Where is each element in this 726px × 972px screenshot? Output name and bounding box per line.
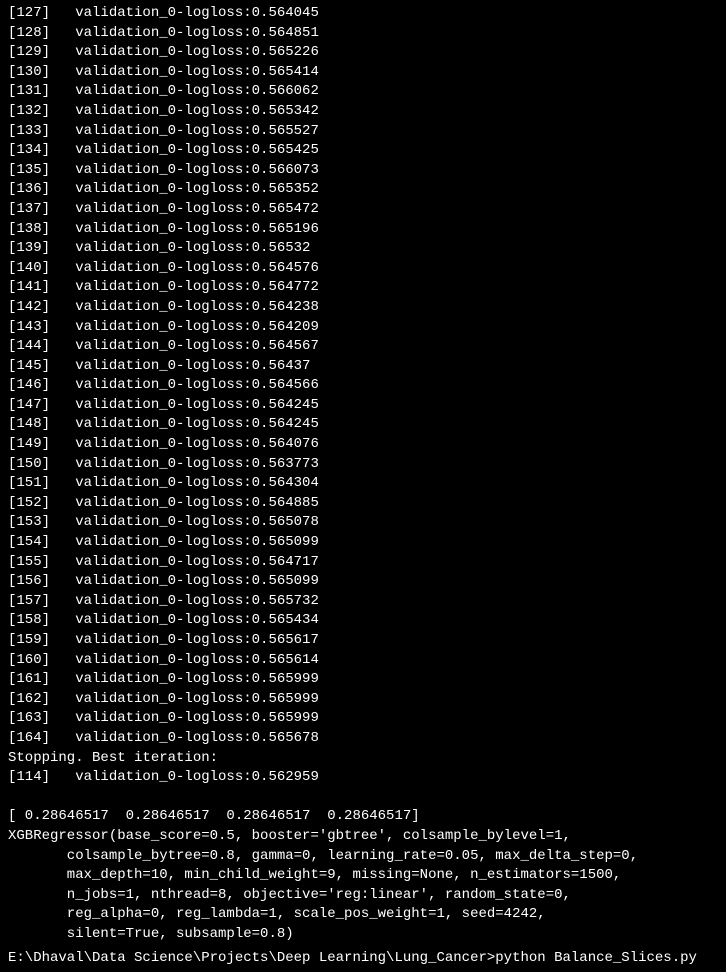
regressor-repr-line6: silent=True, subsample=0.8) — [8, 925, 718, 945]
log-line: [161] validation_0-logloss:0.565999 — [8, 670, 718, 690]
log-line: [163] validation_0-logloss:0.565999 — [8, 709, 718, 729]
log-line: [135] validation_0-logloss:0.566073 — [8, 161, 718, 181]
log-line: [158] validation_0-logloss:0.565434 — [8, 611, 718, 631]
log-line: [128] validation_0-logloss:0.564851 — [8, 24, 718, 44]
log-line: [147] validation_0-logloss:0.564245 — [8, 396, 718, 416]
log-line: [130] validation_0-logloss:0.565414 — [8, 63, 718, 83]
log-line: [134] validation_0-logloss:0.565425 — [8, 141, 718, 161]
log-line: [138] validation_0-logloss:0.565196 — [8, 220, 718, 240]
log-line: [159] validation_0-logloss:0.565617 — [8, 631, 718, 651]
log-line: [137] validation_0-logloss:0.565472 — [8, 200, 718, 220]
log-line: [152] validation_0-logloss:0.564885 — [8, 494, 718, 514]
log-line: [131] validation_0-logloss:0.566062 — [8, 82, 718, 102]
log-line: [160] validation_0-logloss:0.565614 — [8, 651, 718, 671]
regressor-repr-line2: colsample_bytree=0.8, gamma=0, learning_… — [8, 847, 718, 867]
log-line: [144] validation_0-logloss:0.564567 — [8, 337, 718, 357]
regressor-repr-line5: reg_alpha=0, reg_lambda=1, scale_pos_wei… — [8, 905, 718, 925]
log-line: [141] validation_0-logloss:0.564772 — [8, 278, 718, 298]
log-line: [129] validation_0-logloss:0.565226 — [8, 43, 718, 63]
log-line: [140] validation_0-logloss:0.564576 — [8, 259, 718, 279]
log-line: [157] validation_0-logloss:0.565732 — [8, 592, 718, 612]
log-line: [148] validation_0-logloss:0.564245 — [8, 415, 718, 435]
log-line: [151] validation_0-logloss:0.564304 — [8, 474, 718, 494]
prompt-path: E:\Dhaval\Data Science\Projects\Deep Lea… — [8, 950, 495, 966]
log-line: [127] validation_0-logloss:0.564045 — [8, 4, 718, 24]
log-line: [143] validation_0-logloss:0.564209 — [8, 318, 718, 338]
log-line: [162] validation_0-logloss:0.565999 — [8, 690, 718, 710]
log-line: [153] validation_0-logloss:0.565078 — [8, 513, 718, 533]
stopping-message: Stopping. Best iteration: — [8, 749, 718, 769]
log-line: [133] validation_0-logloss:0.565527 — [8, 122, 718, 142]
log-line: [146] validation_0-logloss:0.564566 — [8, 376, 718, 396]
log-line: [156] validation_0-logloss:0.565099 — [8, 572, 718, 592]
training-log: [127] validation_0-logloss:0.564045[128]… — [8, 4, 718, 749]
command-prompt[interactable]: E:\Dhaval\Data Science\Projects\Deep Lea… — [8, 949, 718, 969]
prompt-command: python Balance_Slices.py — [495, 950, 697, 966]
log-line: [150] validation_0-logloss:0.563773 — [8, 455, 718, 475]
log-line: [154] validation_0-logloss:0.565099 — [8, 533, 718, 553]
log-line: [164] validation_0-logloss:0.565678 — [8, 729, 718, 749]
log-line: [145] validation_0-logloss:0.56437 — [8, 357, 718, 377]
log-line: [142] validation_0-logloss:0.564238 — [8, 298, 718, 318]
regressor-repr-line4: n_jobs=1, nthread=8, objective='reg:line… — [8, 886, 718, 906]
array-output: [ 0.28646517 0.28646517 0.28646517 0.286… — [8, 807, 718, 827]
regressor-repr-line3: max_depth=10, min_child_weight=9, missin… — [8, 866, 718, 886]
log-line: [149] validation_0-logloss:0.564076 — [8, 435, 718, 455]
log-line: [136] validation_0-logloss:0.565352 — [8, 180, 718, 200]
regressor-repr-line1: XGBRegressor(base_score=0.5, booster='gb… — [8, 827, 718, 847]
log-line: [155] validation_0-logloss:0.564717 — [8, 553, 718, 573]
blank-line — [8, 788, 718, 808]
best-iteration-line: [114] validation_0-logloss:0.562959 — [8, 768, 718, 788]
log-line: [139] validation_0-logloss:0.56532 — [8, 239, 718, 259]
log-line: [132] validation_0-logloss:0.565342 — [8, 102, 718, 122]
